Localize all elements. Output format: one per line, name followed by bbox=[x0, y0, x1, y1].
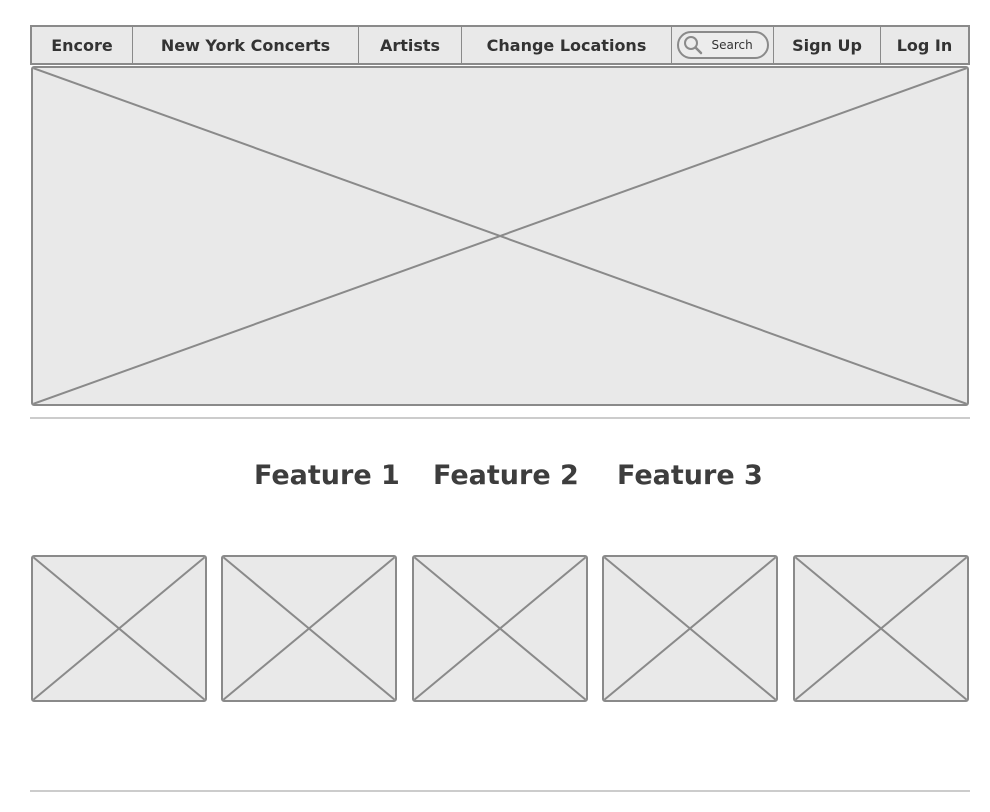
feature-link-2[interactable]: Feature 2 bbox=[433, 460, 579, 491]
log-in-button[interactable]: Log In bbox=[881, 27, 968, 63]
search-box: Search bbox=[672, 27, 774, 63]
top-nav: Encore New York Concerts Artists Change … bbox=[30, 25, 970, 65]
placeholder-cross-icon bbox=[795, 557, 967, 700]
placeholder-cross-icon bbox=[604, 557, 776, 700]
thumbnail-placeholder-5[interactable] bbox=[793, 555, 969, 702]
feature-link-1[interactable]: Feature 1 bbox=[254, 460, 400, 491]
thumbnail-placeholder-3[interactable] bbox=[412, 555, 588, 702]
thumbnail-placeholder-1[interactable] bbox=[31, 555, 207, 702]
feature-link-3[interactable]: Feature 3 bbox=[617, 460, 763, 491]
placeholder-cross-icon bbox=[33, 68, 967, 404]
footer-divider bbox=[30, 790, 970, 792]
nav-change-locations[interactable]: Change Locations bbox=[462, 27, 672, 63]
thumbnail-placeholder-2[interactable] bbox=[221, 555, 397, 702]
thumbnail-placeholder-4[interactable] bbox=[602, 555, 778, 702]
nav-brand-encore[interactable]: Encore bbox=[32, 27, 133, 63]
search-icon bbox=[683, 35, 703, 55]
placeholder-cross-icon bbox=[414, 557, 586, 700]
search-placeholder: Search bbox=[711, 38, 753, 52]
nav-new-york-concerts[interactable]: New York Concerts bbox=[133, 27, 359, 63]
hero-image-placeholder bbox=[31, 66, 969, 406]
nav-artists[interactable]: Artists bbox=[359, 27, 462, 63]
placeholder-cross-icon bbox=[223, 557, 395, 700]
placeholder-cross-icon bbox=[33, 557, 205, 700]
section-divider bbox=[30, 417, 970, 419]
search-input[interactable]: Search bbox=[676, 31, 769, 59]
sign-up-button[interactable]: Sign Up bbox=[774, 27, 881, 63]
